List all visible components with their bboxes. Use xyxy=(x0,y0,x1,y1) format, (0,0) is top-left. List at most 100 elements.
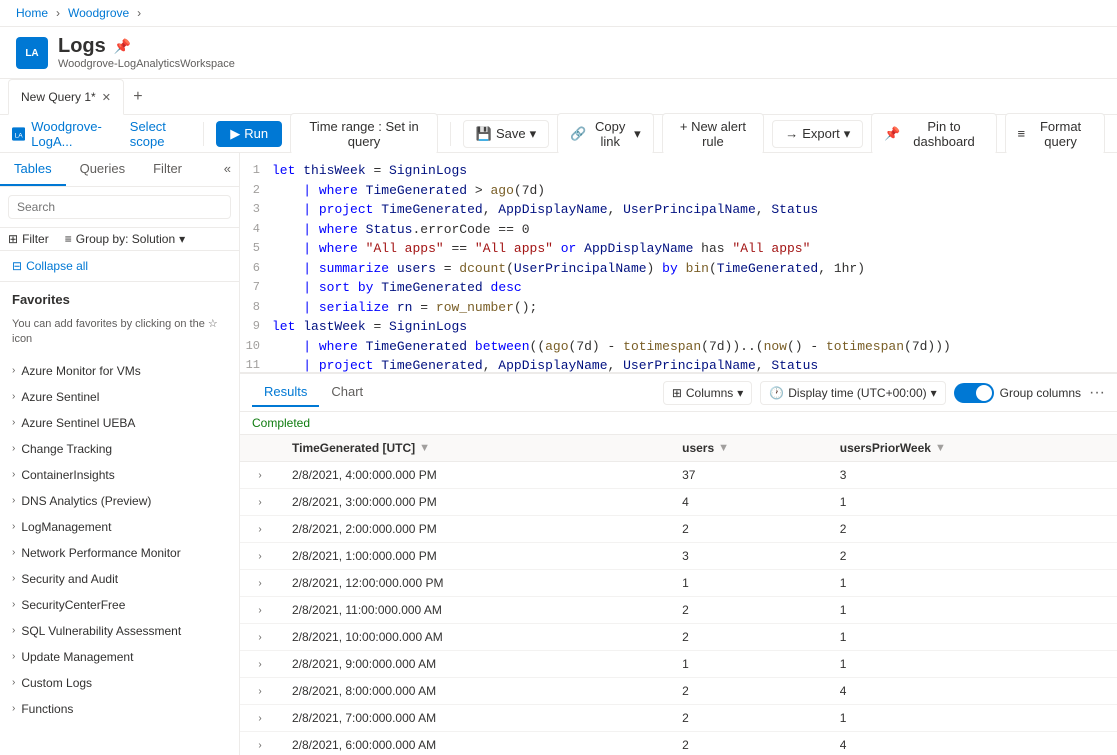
sidebar-item[interactable]: ›Functions xyxy=(0,696,239,722)
save-icon: 💾 xyxy=(476,126,492,142)
more-button[interactable]: ··· xyxy=(1089,384,1105,402)
sidebar-item[interactable]: ›SecurityCenterFree xyxy=(0,592,239,618)
sidebar-item[interactable]: ›Update Management xyxy=(0,644,239,670)
table-row[interactable]: › 2/8/2021, 8:00:000.000 AM 2 4 xyxy=(240,678,1117,705)
breadcrumb-workspace[interactable]: Woodgrove xyxy=(68,6,129,20)
sidebar-item[interactable]: ›DNS Analytics (Preview) xyxy=(0,488,239,514)
query-editor[interactable]: 1 let thisWeek = SigninLogs 2 | where Ti… xyxy=(240,153,1117,373)
row-expand-btn[interactable]: › xyxy=(252,521,268,537)
cell-prior: 4 xyxy=(828,678,1117,705)
cell-users: 2 xyxy=(670,516,828,543)
expand-cell: › xyxy=(240,462,280,489)
expand-cell: › xyxy=(240,543,280,570)
sidebar-item[interactable]: ›Azure Sentinel UEBA xyxy=(0,410,239,436)
sidebar-collapse-btn[interactable]: « xyxy=(216,153,239,186)
time-filter-icon[interactable]: ▼ xyxy=(419,442,430,454)
sidebar-tab-queries[interactable]: Queries xyxy=(66,153,140,186)
sidebar-tab-tables[interactable]: Tables xyxy=(0,153,66,186)
tab-add-button[interactable]: + xyxy=(124,83,152,111)
svg-text:LA: LA xyxy=(25,48,38,59)
table-row[interactable]: › 2/8/2021, 11:00:000.000 AM 2 1 xyxy=(240,597,1117,624)
toolbar-sep2 xyxy=(450,122,451,146)
display-time-chevron: ▾ xyxy=(931,386,937,400)
run-button[interactable]: ▶ Run xyxy=(216,121,282,147)
sidebar-item[interactable]: ›Azure Monitor for VMs xyxy=(0,358,239,384)
sidebar-item[interactable]: ›SQL Vulnerability Assessment xyxy=(0,618,239,644)
results-tab-results[interactable]: Results xyxy=(252,378,319,407)
prior-filter-icon[interactable]: ▼ xyxy=(935,442,946,454)
copy-link-button[interactable]: 🔗 Copy link ▾ xyxy=(557,113,654,155)
select-scope-btn[interactable]: Select scope xyxy=(130,119,192,149)
table-row[interactable]: › 2/8/2021, 9:00:000.000 AM 1 1 xyxy=(240,651,1117,678)
columns-chevron: ▾ xyxy=(737,386,743,400)
app-title: Logs 📌 xyxy=(58,35,235,58)
workspace-name[interactable]: Woodgrove-LogA... xyxy=(31,119,124,149)
expand-cell: › xyxy=(240,678,280,705)
sidebar-item-arrow: › xyxy=(12,677,15,688)
table-row[interactable]: › 2/8/2021, 6:00:000.000 AM 2 4 xyxy=(240,732,1117,754)
cell-prior: 2 xyxy=(828,543,1117,570)
sidebar-item[interactable]: ›ContainerInsights xyxy=(0,462,239,488)
pin-icon[interactable]: 📌 xyxy=(114,38,131,55)
sidebar-item[interactable]: ›Change Tracking xyxy=(0,436,239,462)
new-alert-button[interactable]: + New alert rule xyxy=(662,113,765,155)
table-row[interactable]: › 2/8/2021, 3:00:000.000 PM 4 1 xyxy=(240,489,1117,516)
expand-col-header xyxy=(240,435,280,462)
sidebar-item[interactable]: ›LogManagement xyxy=(0,514,239,540)
row-expand-btn[interactable]: › xyxy=(252,575,268,591)
cell-prior: 1 xyxy=(828,705,1117,732)
table-row[interactable]: › 2/8/2021, 7:00:000.000 AM 2 1 xyxy=(240,705,1117,732)
toggle-switch[interactable] xyxy=(954,383,994,403)
row-expand-btn[interactable]: › xyxy=(252,710,268,726)
row-expand-btn[interactable]: › xyxy=(252,548,268,564)
col-users: users ▼ xyxy=(670,435,828,462)
status-bar: Completed xyxy=(240,412,1117,435)
table-row[interactable]: › 2/8/2021, 10:00:000.000 AM 2 1 xyxy=(240,624,1117,651)
cell-users: 3 xyxy=(670,543,828,570)
row-expand-btn[interactable]: › xyxy=(252,737,268,753)
table-row[interactable]: › 2/8/2021, 2:00:000.000 PM 2 2 xyxy=(240,516,1117,543)
group-by-button[interactable]: ≡ Group by: Solution ▾ xyxy=(65,232,185,246)
row-expand-btn[interactable]: › xyxy=(252,683,268,699)
table-row[interactable]: › 2/8/2021, 1:00:000.000 PM 3 2 xyxy=(240,543,1117,570)
row-expand-btn[interactable]: › xyxy=(252,467,268,483)
breadcrumb-sep1: › xyxy=(56,6,60,20)
sidebar-tab-filter[interactable]: Filter xyxy=(139,153,196,186)
breadcrumb-home[interactable]: Home xyxy=(16,6,48,20)
time-range-button[interactable]: Time range : Set in query xyxy=(290,113,438,155)
group-by-icon: ≡ xyxy=(65,232,72,246)
display-time-button[interactable]: 🕐 Display time (UTC+00:00) ▾ xyxy=(760,381,945,405)
columns-button[interactable]: ⊞ Columns ▾ xyxy=(663,381,752,405)
table-row[interactable]: › 2/8/2021, 12:00:000.000 PM 1 1 xyxy=(240,570,1117,597)
group-columns-label: Group columns xyxy=(1000,386,1081,400)
format-label: Format query xyxy=(1029,119,1092,149)
row-expand-btn[interactable]: › xyxy=(252,656,268,672)
sidebar-item[interactable]: ›Security and Audit xyxy=(0,566,239,592)
sidebar-item[interactable]: ›Azure Sentinel xyxy=(0,384,239,410)
filter-button[interactable]: ⊞ Filter xyxy=(8,232,49,246)
run-icon: ▶ xyxy=(230,126,240,142)
format-query-button[interactable]: ≡ Format query xyxy=(1005,113,1105,155)
status-text: Completed xyxy=(252,416,310,430)
sidebar-item-arrow: › xyxy=(12,469,15,480)
save-button[interactable]: 💾 Save ▾ xyxy=(463,120,549,148)
cell-time: 2/8/2021, 10:00:000.000 AM xyxy=(280,624,670,651)
export-button[interactable]: → Export ▾ xyxy=(772,120,863,148)
tab-close-icon[interactable]: ✕ xyxy=(102,91,111,104)
row-expand-btn[interactable]: › xyxy=(252,494,268,510)
search-input[interactable] xyxy=(8,195,231,219)
sidebar-item[interactable]: ›Network Performance Monitor xyxy=(0,540,239,566)
sidebar-item-arrow: › xyxy=(12,495,15,506)
pin-dashboard-button[interactable]: 📌 Pin to dashboard xyxy=(871,113,996,155)
tab-query1[interactable]: New Query 1* ✕ xyxy=(8,79,124,115)
table-row[interactable]: › 2/8/2021, 4:00:000.000 PM 37 3 xyxy=(240,462,1117,489)
results-tab-chart[interactable]: Chart xyxy=(319,378,375,407)
editor-line-11: 11 | project TimeGenerated, AppDisplayNa… xyxy=(240,356,1117,373)
row-expand-btn[interactable]: › xyxy=(252,602,268,618)
row-expand-btn[interactable]: › xyxy=(252,629,268,645)
cell-time: 2/8/2021, 9:00:000.000 AM xyxy=(280,651,670,678)
sidebar-item[interactable]: ›Custom Logs xyxy=(0,670,239,696)
sidebar-item-arrow: › xyxy=(12,443,15,454)
users-filter-icon[interactable]: ▼ xyxy=(718,442,729,454)
collapse-all-btn[interactable]: ⊟ Collapse all xyxy=(0,251,239,282)
